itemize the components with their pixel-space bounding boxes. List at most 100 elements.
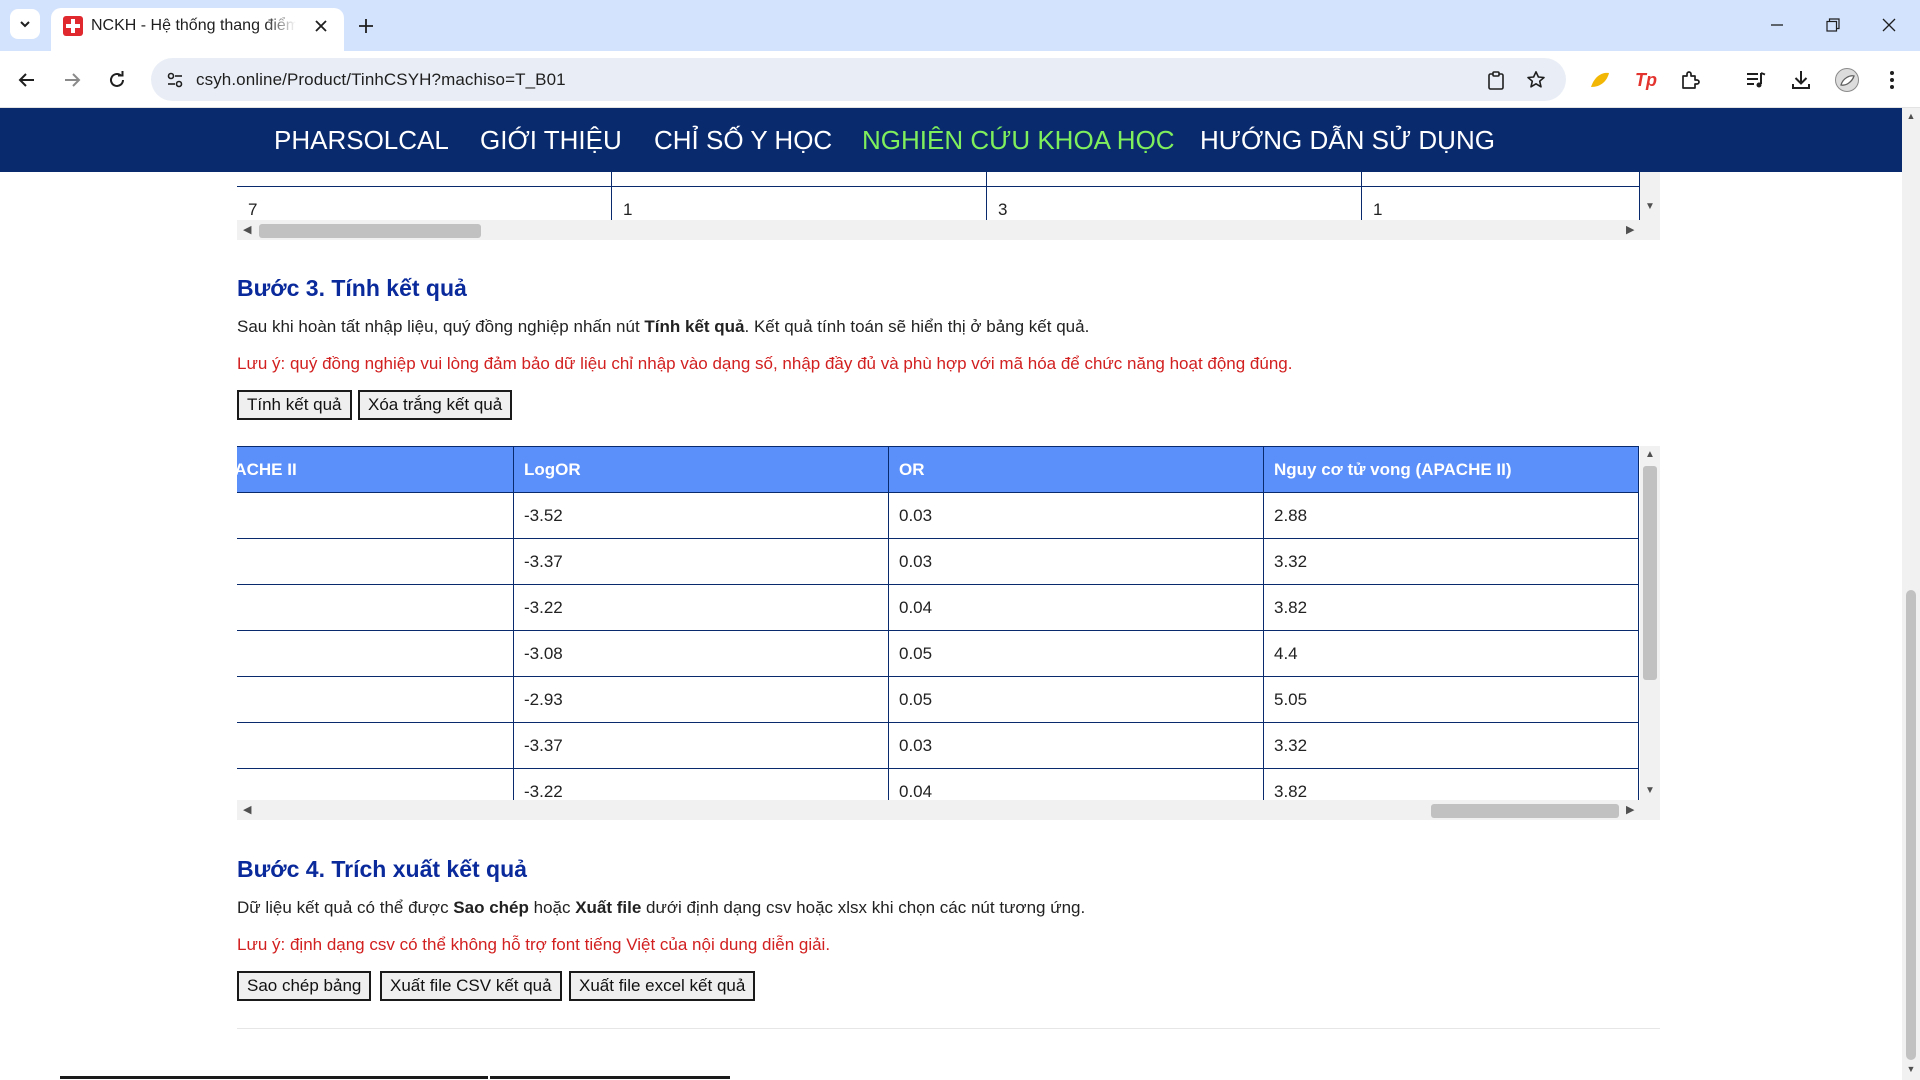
- puzzle-icon: [1682, 71, 1700, 89]
- column-header[interactable]: OR: [888, 446, 1264, 493]
- table-col-divider: [611, 172, 612, 220]
- calculate-button[interactable]: Tính kết quả: [237, 390, 352, 420]
- table-row: -3.37 0.03 3.32: [237, 722, 1639, 769]
- table-cell: [237, 722, 514, 769]
- table-cell: -3.22: [513, 584, 889, 631]
- scroll-down-arrow-icon[interactable]: ▼: [1906, 1064, 1916, 1074]
- close-icon: [1882, 18, 1896, 32]
- column-header[interactable]: LogOR: [513, 446, 889, 493]
- more-vert-icon: [1890, 71, 1894, 89]
- scroll-left-arrow-icon[interactable]: ◀: [243, 803, 251, 816]
- bookmark-button[interactable]: [1524, 68, 1548, 92]
- hscroll-thumb[interactable]: [1431, 804, 1619, 818]
- table-row: -3.08 0.05 4.4: [237, 630, 1639, 677]
- scroll-up-arrow-icon[interactable]: ▲: [1645, 449, 1655, 460]
- export-csv-button[interactable]: Xuất file CSV kết quả: [380, 971, 562, 1001]
- extension-1-button[interactable]: [1584, 64, 1616, 96]
- clipboard-button[interactable]: [1484, 68, 1508, 92]
- input-table-container: 7 1 3 1 ▼ ◀ ▶: [237, 172, 1660, 240]
- extensions-menu-button[interactable]: [1674, 64, 1706, 96]
- table-cell: 0.03: [888, 722, 1264, 769]
- tab-close-button[interactable]: [309, 14, 333, 38]
- scroll-up-arrow-icon[interactable]: ▲: [1906, 111, 1916, 121]
- step3-description: Sau khi hoàn tất nhập liệu, quý đồng ngh…: [237, 317, 1089, 337]
- nav-item-nghien-cuu-khoa-hoc[interactable]: NGHIÊN CỨU KHOA HỌC: [862, 125, 1175, 156]
- table-header-row: APACHE II LogOR OR Nguy cơ tử vong (APAC…: [237, 446, 1639, 493]
- tab-search-button[interactable]: [10, 9, 40, 39]
- site-navbar: PHARSOLCAL GIỚI THIỆU CHỈ SỐ Y HỌC NGHIÊ…: [0, 108, 1902, 172]
- address-bar[interactable]: csyh.online/Product/TinhCSYH?machiso=T_B…: [151, 58, 1566, 101]
- table-row: -3.37 0.03 3.32: [237, 538, 1639, 585]
- column-header[interactable]: Nguy cơ tử vong (APACHE II): [1263, 446, 1639, 493]
- table-cell: 3.32: [1263, 538, 1639, 585]
- table-cell: -3.37: [513, 538, 889, 585]
- downloads-button[interactable]: [1785, 64, 1817, 96]
- vscroll-thumb[interactable]: [1643, 466, 1657, 680]
- table-col-divider: [1361, 172, 1362, 220]
- text-span: Sau khi hoàn tất nhập liệu, quý đồng ngh…: [237, 317, 645, 336]
- scroll-down-arrow-icon[interactable]: ▼: [1645, 785, 1655, 796]
- input-cell[interactable]: 1: [1373, 200, 1382, 220]
- scroll-right-arrow-icon[interactable]: ▶: [1626, 223, 1634, 236]
- scroll-left-arrow-icon[interactable]: ◀: [243, 223, 251, 236]
- url-text[interactable]: csyh.online/Product/TinhCSYH?machiso=T_B…: [196, 70, 566, 90]
- results-table-hscrollbar[interactable]: ◀ ▶: [237, 800, 1660, 820]
- site-info-button[interactable]: [163, 68, 187, 92]
- restore-button[interactable]: [1818, 10, 1848, 40]
- table-cell: -3.08: [513, 630, 889, 677]
- tune-icon: [167, 72, 183, 88]
- nav-item-huong-dan-su-dung[interactable]: HƯỚNG DẪN SỬ DỤNG: [1200, 125, 1495, 156]
- results-table-vscrollbar[interactable]: ▲ ▼: [1640, 446, 1660, 800]
- browser-tab-active[interactable]: NCKH - Hệ thống thang điểm APACHE II: [51, 8, 344, 51]
- column-header[interactable]: APACHE II: [237, 446, 514, 493]
- page-scrollbar-thumb[interactable]: [1906, 590, 1916, 1060]
- clear-results-button[interactable]: Xóa trắng kết quả: [358, 390, 513, 420]
- site-favicon-icon: [63, 16, 83, 36]
- extension-tp-button[interactable]: Tp: [1630, 64, 1662, 96]
- chrome-menu-button[interactable]: [1876, 64, 1908, 96]
- table-cell: 0.05: [888, 676, 1264, 723]
- forward-button[interactable]: [56, 64, 88, 96]
- nav-item-gioi-thieu[interactable]: GIỚI THIỆU: [480, 125, 622, 156]
- hscroll-thumb[interactable]: [259, 224, 481, 238]
- window-close-button[interactable]: [1874, 10, 1904, 40]
- nav-item-chi-so-y-hoc[interactable]: CHỈ SỐ Y HỌC: [654, 125, 832, 156]
- input-cell[interactable]: 7: [248, 200, 257, 220]
- scroll-right-arrow-icon[interactable]: ▶: [1626, 803, 1634, 816]
- page-scrollbar[interactable]: ▲ ▼: [1902, 108, 1920, 1080]
- section-divider: [237, 1028, 1660, 1029]
- table-cell: 3.32: [1263, 722, 1639, 769]
- profile-button[interactable]: [1831, 64, 1863, 96]
- table-cell: 4.4: [1263, 630, 1639, 677]
- text-span: hoặc: [528, 898, 576, 917]
- avatar-icon: [1835, 68, 1859, 92]
- step3-heading: Bước 3. Tính kết quả: [237, 275, 467, 301]
- input-table-hscrollbar[interactable]: ◀ ▶: [237, 220, 1660, 240]
- step4-description: Dữ liệu kết quả có thể được Sao chép hoặ…: [237, 898, 1085, 918]
- table-cell: -3.52: [513, 492, 889, 539]
- minimize-button[interactable]: [1762, 10, 1792, 40]
- tp-extension-icon: Tp: [1635, 69, 1657, 90]
- bold-text: Tính kết quả: [644, 317, 745, 336]
- copy-table-button[interactable]: Sao chép bảng: [237, 971, 372, 1001]
- queue-music-icon: [1747, 72, 1766, 88]
- reload-button[interactable]: [101, 64, 133, 96]
- table-cell: 5.05: [1263, 676, 1639, 723]
- input-cell[interactable]: 1: [623, 200, 632, 220]
- footer-line: [490, 1076, 730, 1079]
- new-tab-button[interactable]: [352, 12, 380, 40]
- back-button[interactable]: [11, 64, 43, 96]
- table-cell: 0.04: [888, 584, 1264, 631]
- nav-brand-link[interactable]: PHARSOLCAL: [274, 125, 449, 156]
- tab-title: NCKH - Hệ thống thang điểm APACHE II: [91, 17, 296, 34]
- step4-warning-note: Lưu ý: định dạng csv có thể không hỗ trợ…: [237, 935, 831, 954]
- table-cell: 0.03: [888, 538, 1264, 585]
- browser-toolbar: csyh.online/Product/TinhCSYH?machiso=T_B…: [0, 51, 1920, 108]
- scroll-down-arrow-icon[interactable]: ▼: [1645, 201, 1655, 212]
- export-excel-button[interactable]: Xuất file excel kết quả: [569, 971, 756, 1001]
- table-cell: 3.82: [1263, 584, 1639, 631]
- input-table-vscrollbar[interactable]: ▼: [1640, 172, 1660, 220]
- browser-tabstrip: NCKH - Hệ thống thang điểm APACHE II: [0, 0, 1920, 51]
- input-cell[interactable]: 3: [998, 200, 1007, 220]
- media-controls-button[interactable]: [1740, 64, 1772, 96]
